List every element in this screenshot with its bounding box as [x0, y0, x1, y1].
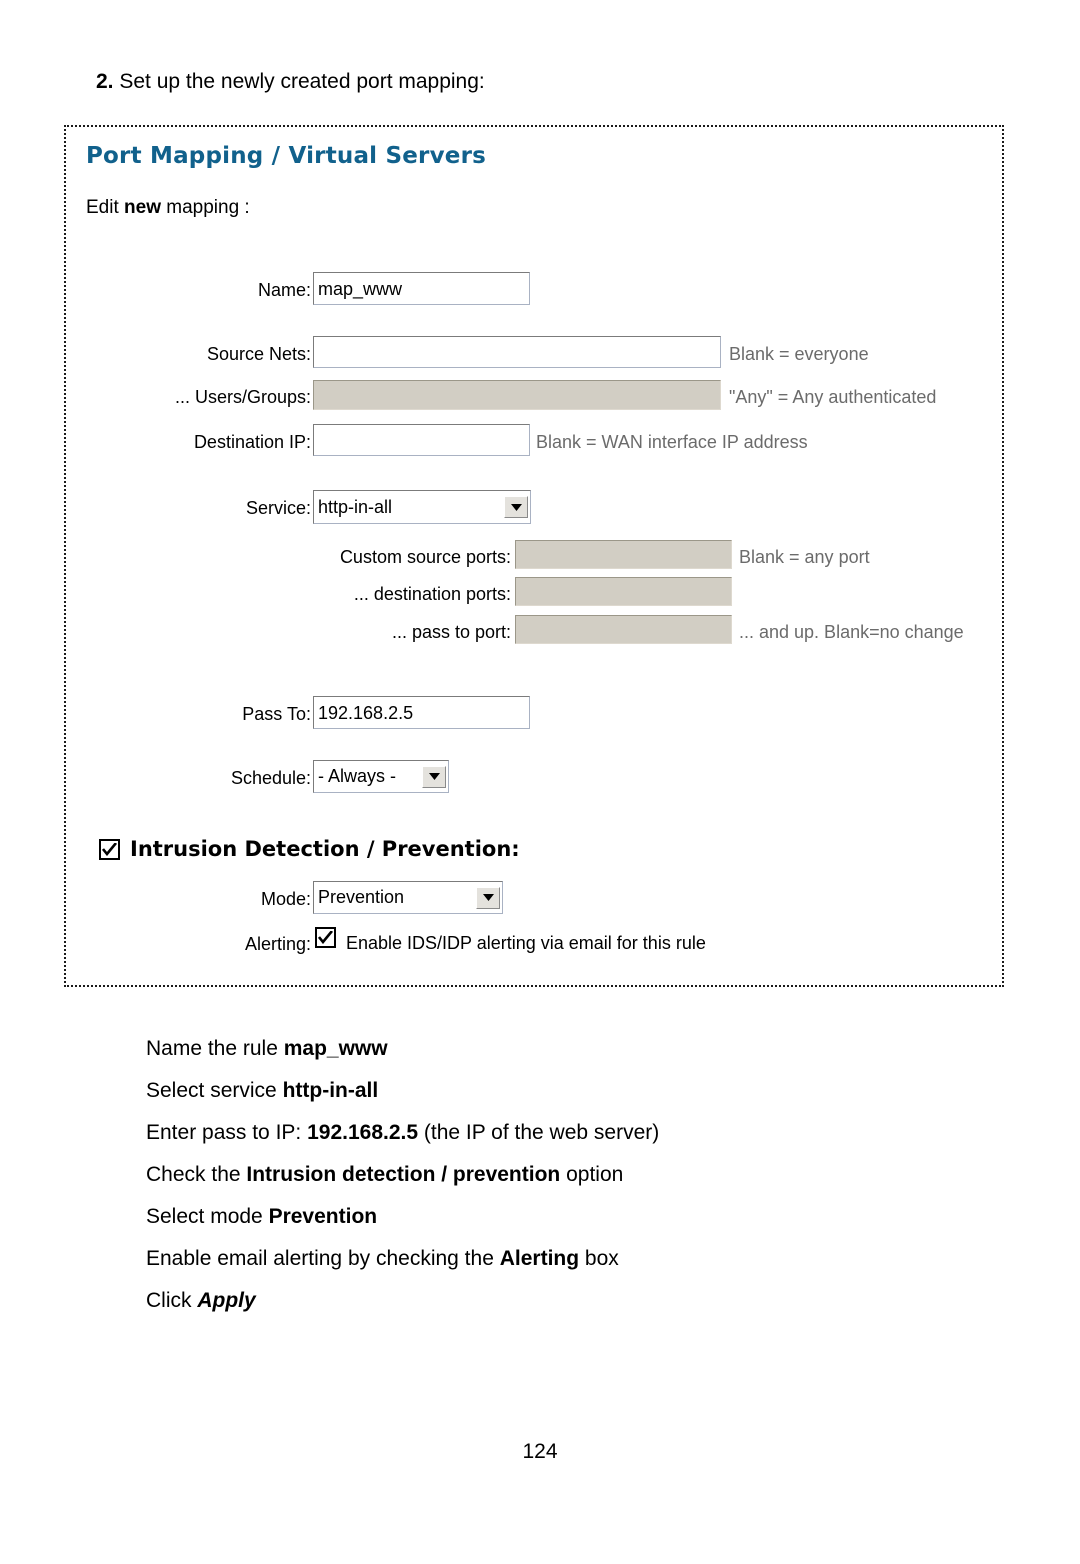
mode-label: Mode: [260, 889, 311, 909]
destination-ip-label: Destination IP: [193, 432, 311, 452]
service-label: Service: [245, 498, 311, 518]
list-item: Name the rule map_www [146, 1028, 966, 1070]
checkmark-icon [102, 843, 117, 856]
instruction-prefix: Enable email alerting by checking the [146, 1247, 500, 1270]
alerting-description: Enable IDS/IDP alerting via email for th… [346, 933, 706, 953]
name-input[interactable]: map_www [313, 272, 530, 305]
mode-select[interactable]: Prevention [313, 881, 503, 914]
destination-ports-input[interactable] [515, 577, 732, 606]
instruction-prefix: Name the rule [146, 1037, 284, 1060]
service-select[interactable]: http-in-all [313, 490, 531, 524]
source-nets-label: Source Nets: [206, 344, 311, 364]
schedule-label: Schedule: [230, 768, 311, 788]
instruction-suffix: option [560, 1163, 624, 1186]
pass-to-input[interactable]: 192.168.2.5 [313, 696, 530, 729]
destination-ip-hint: Blank = WAN interface IP address [536, 432, 808, 452]
alerting-label: Alerting: [244, 934, 311, 954]
name-label: Name: [257, 280, 311, 300]
alerting-checkbox[interactable] [315, 927, 336, 948]
instruction-italic: Apply [197, 1289, 256, 1312]
instruction-bold: Alerting [499, 1247, 580, 1270]
users-groups-input[interactable] [313, 380, 721, 410]
source-nets-hint: Blank = everyone [729, 344, 869, 364]
step-text: Set up the newly created port mapping: [119, 70, 485, 93]
instruction-prefix: Select service [146, 1079, 283, 1102]
chevron-down-icon[interactable] [476, 886, 500, 909]
instruction-bold: Prevention [268, 1205, 378, 1228]
list-item: Check the Intrusion detection / preventi… [146, 1154, 966, 1196]
list-item: Select service http-in-all [146, 1070, 966, 1112]
step-instruction: 2. Set up the newly created port mapping… [96, 68, 485, 96]
instruction-bold: map_www [283, 1037, 388, 1060]
source-nets-input[interactable] [313, 336, 721, 368]
pass-to-port-input[interactable] [515, 615, 732, 644]
mode-select-value: Prevention [318, 887, 405, 907]
custom-source-ports-hint: Blank = any port [739, 547, 870, 567]
custom-source-ports-input[interactable] [515, 540, 732, 569]
custom-source-ports-label: Custom source ports: [339, 547, 511, 567]
schedule-select-value: - Always - [318, 766, 397, 786]
edit-mapping-label: Edit new mapping : [86, 197, 250, 219]
instruction-list: Name the rule map_www Select service htt… [146, 1028, 966, 1322]
schedule-select[interactable]: - Always - [313, 760, 449, 793]
instruction-bold: 192.168.2.5 [307, 1121, 419, 1144]
list-item: Enable email alerting by checking the Al… [146, 1238, 966, 1280]
users-groups-hint: "Any" = Any authenticated [729, 387, 937, 407]
service-select-value: http-in-all [318, 496, 393, 517]
checkmark-icon [318, 931, 333, 944]
list-item: Select mode Prevention [146, 1196, 966, 1238]
instruction-suffix: box [579, 1247, 619, 1270]
instruction-prefix: Enter pass to IP: [146, 1121, 308, 1144]
pass-to-port-hint: ... and up. Blank=no change [739, 622, 964, 642]
port-mapping-screenshot-panel: Port Mapping / Virtual Servers Edit new … [64, 125, 1004, 987]
intrusion-detection-title: Intrusion Detection / Prevention: [130, 837, 520, 861]
list-item: Click Apply [146, 1280, 966, 1322]
list-item: Enter pass to IP: 192.168.2.5 (the IP of… [146, 1112, 966, 1154]
intrusion-detection-checkbox[interactable] [99, 839, 120, 860]
instruction-prefix: Click [146, 1289, 198, 1312]
pass-to-port-label: ... pass to port: [391, 622, 511, 642]
users-groups-label: ... Users/Groups: [174, 387, 311, 407]
pass-to-label: Pass To: [242, 704, 311, 724]
chevron-down-icon[interactable] [422, 765, 446, 788]
instruction-suffix: (the IP of the web server) [418, 1121, 660, 1144]
edit-suffix: mapping : [160, 197, 250, 218]
instruction-prefix: Check the [146, 1163, 247, 1186]
edit-prefix: Edit [86, 197, 125, 218]
edit-bold: new [124, 197, 161, 218]
instruction-bold: http-in-all [282, 1079, 379, 1102]
step-number: 2. [96, 70, 114, 93]
chevron-down-icon[interactable] [504, 496, 528, 518]
destination-ports-label: ... destination ports: [353, 584, 511, 604]
instruction-bold: Intrusion detection / prevention [246, 1163, 561, 1186]
destination-ip-input[interactable] [313, 424, 530, 456]
page-number: 124 [522, 1440, 558, 1463]
instruction-prefix: Select mode [146, 1205, 269, 1228]
page-title: Port Mapping / Virtual Servers [86, 143, 487, 169]
